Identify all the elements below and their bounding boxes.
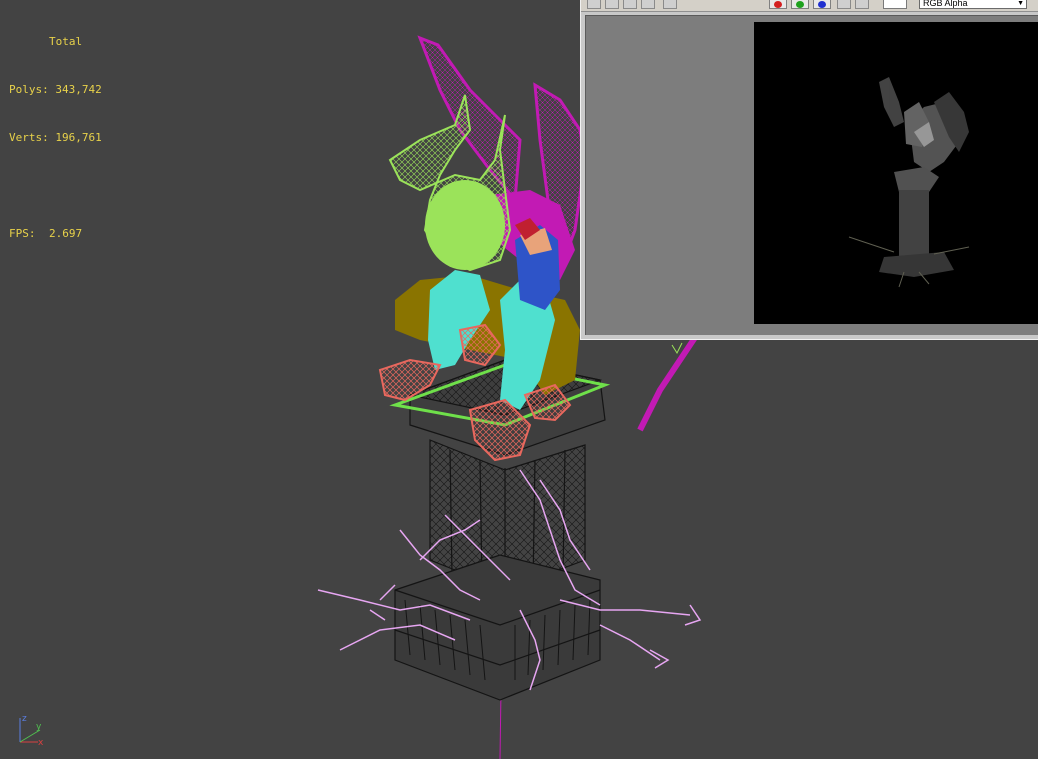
red-channel-toggle[interactable] bbox=[769, 0, 787, 9]
axis-x-label: x bbox=[38, 738, 44, 748]
print-image-icon[interactable] bbox=[641, 0, 655, 9]
alpha-channel-icon[interactable] bbox=[837, 0, 851, 9]
channel-select[interactable]: RGB Alpha ▼ bbox=[919, 0, 1027, 9]
render-toolbar: RGB Alpha ▼ bbox=[581, 0, 1038, 12]
rendered-image bbox=[754, 22, 1038, 324]
axis-tripod: z y x bbox=[14, 712, 54, 752]
render-area bbox=[585, 15, 1038, 335]
rendered-gargoyle bbox=[848, 77, 970, 288]
copy-image-icon[interactable] bbox=[605, 0, 619, 9]
chevron-down-icon: ▼ bbox=[1017, 0, 1024, 7]
rendered-frame-window[interactable]: RGB Alpha ▼ bbox=[580, 0, 1038, 340]
clear-image-icon[interactable] bbox=[663, 0, 677, 9]
clone-frame-icon[interactable] bbox=[623, 0, 637, 9]
color-swatch[interactable] bbox=[883, 0, 907, 9]
save-image-icon[interactable] bbox=[587, 0, 601, 9]
axis-z-label: z bbox=[22, 714, 27, 724]
blue-channel-toggle[interactable] bbox=[813, 0, 831, 9]
perspective-viewport[interactable]: Total Polys: 343,742 Verts: 196,761 FPS:… bbox=[0, 0, 1038, 759]
monochrome-icon[interactable] bbox=[855, 0, 869, 9]
cursor-marker bbox=[671, 342, 683, 355]
green-channel-toggle[interactable] bbox=[791, 0, 809, 9]
channel-select-value: RGB Alpha bbox=[923, 0, 968, 8]
axis-y-label: y bbox=[36, 722, 42, 732]
